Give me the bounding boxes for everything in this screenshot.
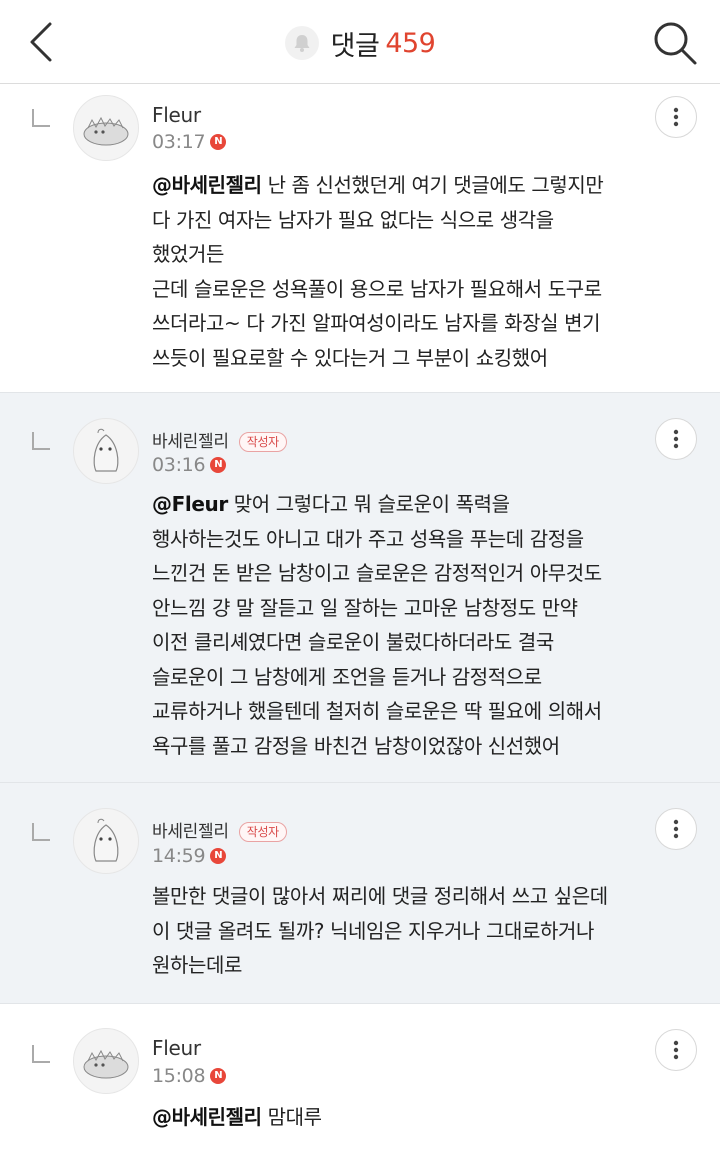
time-text: 14:59	[152, 845, 206, 867]
reply-arrow-icon	[32, 1045, 50, 1063]
comment-author[interactable]: 바세린젤리 작성자	[152, 817, 287, 842]
comment-body: @바세린젤리 난 좀 신선했던게 여기 댓글에도 그렇지만 다 가진 여자는 남…	[152, 168, 692, 375]
page-title: 댓글	[330, 30, 380, 62]
comment-time: 15:08 N	[152, 1065, 227, 1087]
comment-line: 쓰더라고~ 다 가진 알파여성이라도 남자를 화장실 변기	[152, 311, 601, 335]
search-button[interactable]	[650, 18, 700, 68]
writer-badge: 작성자	[238, 822, 287, 842]
comment-line: 안느낌 걍 말 잘듣고 일 잘하는 고마운 남창정도 만약	[152, 595, 578, 620]
comment-body: 볼만한 댓글이 많아서 쩌리에 댓글 정리해서 쓰고 싶은데 이 댓글 올려도 …	[152, 879, 692, 983]
comment-count: 459	[385, 27, 436, 59]
comment-author[interactable]: Fleur	[152, 1036, 201, 1060]
avatar[interactable]	[73, 1028, 139, 1094]
avatar-image	[93, 428, 119, 472]
mention-link[interactable]: @바세린젤리	[152, 1105, 262, 1129]
new-badge: N	[210, 1068, 227, 1084]
comment-line: 근데 슬로운은 성욕풀이 용으로 남자가 필요해서 도구로	[152, 276, 602, 301]
more-vertical-icon	[673, 1040, 679, 1060]
writer-badge: 작성자	[238, 432, 287, 452]
avatar-image	[93, 818, 119, 862]
comment-item: Fleur 15:08 N @바세린젤리 맘대루	[0, 1004, 720, 1159]
comment-line: 볼만한 댓글이 많아서 쩌리에 댓글 정리해서 쓰고 싶은데	[152, 884, 608, 908]
more-options-button[interactable]	[655, 418, 697, 460]
author-name: 바세린젤리	[152, 822, 229, 842]
comment-item: Fleur 03:17 N @바세린젤리 난 좀 신선했던게 여기 댓글에도 그…	[0, 85, 720, 392]
avatar[interactable]	[73, 418, 139, 484]
comment-body: @바세린젤리 맘대루	[152, 1100, 692, 1135]
avatar-image	[83, 116, 129, 146]
more-vertical-icon	[673, 107, 679, 127]
more-options-button[interactable]	[655, 96, 697, 138]
comment-time: 14:59 N	[152, 845, 227, 867]
more-options-button[interactable]	[655, 808, 697, 850]
reply-arrow-icon	[32, 109, 50, 127]
new-badge: N	[210, 457, 227, 473]
time-text: 03:17	[152, 131, 206, 153]
mention-link[interactable]: @바세린젤리	[152, 173, 262, 197]
comment-body: @Fleur 맞어 그렇다고 뭐 슬로운이 폭력을 행사하는것도 아니고 대가 …	[152, 487, 692, 763]
comment-line: 했었거든	[152, 242, 224, 266]
time-text: 03:16	[152, 454, 206, 476]
comment-text: 맞어 그렇다고 뭐 슬로운이 폭력을	[227, 492, 510, 516]
author-name: 바세린젤리	[152, 432, 229, 452]
comment-item: 바세린젤리 작성자 14:59 N 볼만한 댓글이 많아서 쩌리에 댓글 정리해서…	[0, 783, 720, 1003]
comment-text: 맘대루	[261, 1105, 322, 1129]
mention-link[interactable]: @Fleur	[152, 492, 228, 516]
more-vertical-icon	[673, 819, 679, 839]
comment-item: 바세린젤리 작성자 03:16 N @Fleur 맞어 그렇다고 뭐 슬로운이 폭…	[0, 393, 720, 782]
comment-time: 03:16 N	[152, 454, 227, 476]
reply-arrow-icon	[32, 823, 50, 841]
avatar[interactable]	[73, 808, 139, 874]
comment-text: 난 좀 신선했던게 여기 댓글에도 그렇지만	[261, 173, 604, 197]
comment-line: 이전 클리셰였다면 슬로운이 불렀다하더라도 결국	[152, 630, 554, 654]
comment-author[interactable]: Fleur	[152, 103, 201, 127]
comment-line: 쓰듯이 필요로할 수 있다는거 그 부분이 쇼킹했어	[152, 345, 548, 370]
top-bar: 댓글 459	[0, 0, 720, 84]
comment-line: 행사하는것도 아니고 대가 주고 성욕을 푸는데 감정을	[152, 526, 584, 551]
comment-time: 03:17 N	[152, 131, 227, 153]
search-icon	[654, 22, 697, 65]
comment-line: 슬로운이 그 남창에게 조언을 듣거나 감정적으로	[152, 664, 542, 689]
avatar[interactable]	[73, 95, 139, 161]
comment-line: 다 가진 여자는 남자가 필요 없다는 식으로 생각을	[152, 207, 554, 232]
comment-line: 느낀건 돈 받은 남창이고 슬로운은 감정적인거 아무것도	[152, 561, 602, 585]
new-badge: N	[210, 134, 227, 150]
comment-author[interactable]: 바세린젤리 작성자	[152, 427, 287, 452]
comment-line: 욕구를 풀고 감정을 바친건 남창이었잖아 신선했어	[152, 733, 560, 758]
comment-line: 원하는데로	[152, 953, 242, 977]
avatar-image	[83, 1049, 129, 1079]
comment-line: 이 댓글 올려도 될까? 닉네임은 지우거나 그대로하거나	[152, 918, 594, 943]
new-badge: N	[210, 848, 227, 864]
comment-line: @바세린젤리 맘대루	[152, 1100, 692, 1135]
more-options-button[interactable]	[655, 1029, 697, 1071]
comment-line: @Fleur 맞어 그렇다고 뭐 슬로운이 폭력을	[152, 487, 692, 522]
reply-arrow-icon	[32, 432, 50, 450]
page-title-group: 댓글 459	[0, 24, 720, 62]
bell-icon[interactable]	[284, 26, 319, 60]
comment-line: 교류하거나 했을텐데 철저히 슬로운은 딱 필요에 의해서	[152, 699, 602, 723]
time-text: 15:08	[152, 1065, 206, 1087]
more-vertical-icon	[673, 429, 679, 449]
comment-line: @바세린젤리 난 좀 신선했던게 여기 댓글에도 그렇지만	[152, 168, 692, 203]
